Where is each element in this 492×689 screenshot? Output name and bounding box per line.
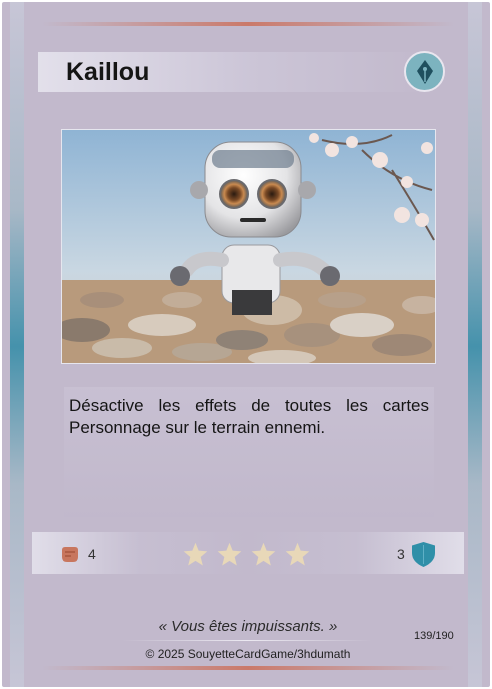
card-frame-right	[468, 2, 482, 687]
star-icon	[285, 542, 310, 566]
collector-number: 139/190	[414, 630, 454, 642]
card-name: Kaillou	[66, 58, 150, 86]
game-card: Kaillou Désactive les effets de toutes l…	[0, 0, 492, 689]
card-frame-left	[10, 2, 24, 687]
card-type-badge	[404, 51, 445, 92]
star-icon	[183, 542, 208, 566]
star-icon	[251, 542, 276, 566]
defense-value: 3	[397, 546, 405, 562]
card-illustration	[61, 129, 436, 364]
fist-icon	[62, 547, 78, 562]
attack-value: 4	[88, 546, 96, 562]
shield-icon	[412, 542, 435, 567]
ink-nib-icon	[416, 59, 433, 84]
copyright-text: © 2025 SouyetteCardGame/3hdumath	[145, 647, 351, 661]
card-bottom-accent	[42, 666, 454, 670]
rating-stars	[182, 541, 318, 569]
card-effect-text: Désactive les effets de toutes les carte…	[69, 396, 429, 437]
quote-divider	[122, 640, 372, 641]
star-icon	[217, 542, 242, 566]
card-top-accent	[42, 22, 454, 26]
